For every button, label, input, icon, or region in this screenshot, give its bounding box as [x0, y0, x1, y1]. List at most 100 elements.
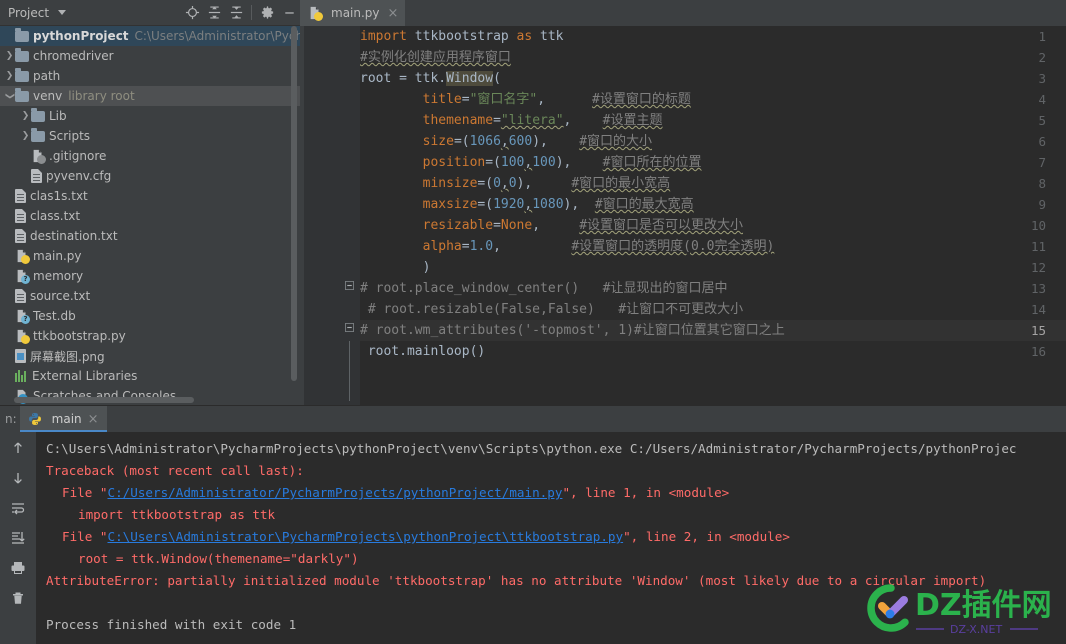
tree-item-pyvenv-cfg[interactable]: ❯ pyvenv.cfg: [0, 166, 300, 186]
line-number: 10: [1030, 218, 1046, 233]
print-icon[interactable]: [5, 557, 31, 579]
close-icon[interactable]: ×: [88, 413, 99, 426]
tree-spacer: ❯: [4, 306, 15, 326]
tree-item-label: Scripts: [49, 129, 91, 143]
line-number: 2: [1038, 50, 1046, 65]
code-line[interactable]: # root.wm_attributes('-topmost', 1)#让窗口位…: [360, 320, 785, 341]
code-line[interactable]: maxsize=(1920,1080), #窗口的最大宽高: [360, 194, 694, 215]
tree-item-label: main.py: [33, 249, 82, 263]
close-icon[interactable]: ×: [388, 7, 399, 20]
code-line[interactable]: alpha=1.0, #设置窗口的透明度(0.0完全透明): [360, 236, 775, 257]
code-line[interactable]: position=(100,100), #窗口所在的位置: [360, 152, 702, 173]
chevron-right-icon[interactable]: ❯: [4, 66, 15, 86]
run-tab-main[interactable]: main ×: [19, 406, 107, 432]
chevron-right-icon[interactable]: ❯: [20, 126, 31, 146]
locate-target-icon[interactable]: [181, 2, 203, 24]
unknown-file-icon: ?: [15, 269, 30, 284]
code-line[interactable]: root.mainloop(): [360, 341, 485, 362]
traceback-file-link[interactable]: C:/Users/Administrator/PycharmProjects/p…: [108, 485, 563, 500]
soft-wrap-icon[interactable]: [5, 497, 31, 519]
line-number: 14: [1030, 302, 1046, 317]
chevron-down-icon[interactable]: [58, 10, 67, 15]
fold-marker-icon[interactable]: [344, 278, 355, 299]
tree-item-lib[interactable]: ❯ Lib: [0, 106, 300, 126]
tree-item-path[interactable]: ❯ path: [0, 66, 300, 86]
scroll-up-icon[interactable]: [5, 437, 31, 459]
chevron-right-icon[interactable]: ❯: [4, 46, 15, 66]
fold-guide-line: [349, 341, 350, 401]
tree-item-venv[interactable]: ❯ venv library root: [0, 86, 300, 106]
tree-item-scripts[interactable]: ❯ Scripts: [0, 126, 300, 146]
code-line[interactable]: title="窗口名字", #设置窗口的标题: [360, 89, 691, 110]
line-number: 16: [1030, 344, 1046, 359]
tree-item-label: path: [33, 69, 61, 83]
code-line[interactable]: root = ttk.Window(: [360, 68, 501, 89]
editor-tab-bar: main.py ×: [300, 0, 1066, 26]
run-console-toolbar: [0, 432, 36, 644]
tree-item-label: External Libraries: [32, 369, 138, 383]
minimize-icon[interactable]: [278, 2, 300, 24]
tree-item-sublabel: C:\Users\Administrator\PycharmP: [134, 29, 300, 43]
tree-item-source-txt[interactable]: ❯ source.txt: [0, 286, 300, 306]
project-tree[interactable]: ❯ pythonProject C:\Users\Administrator\Pyc…: [0, 26, 300, 405]
code-line[interactable]: ): [360, 257, 431, 278]
run-tool-window: n: main × C:\Users\Administrator\Pycharm…: [0, 405, 1066, 644]
tree-item-ttkbootstrap-py[interactable]: ❯ ttkbootstrap.py: [0, 326, 300, 346]
expand-all-icon[interactable]: [203, 2, 225, 24]
line-number: 11: [1030, 239, 1046, 254]
line-number: 9: [1038, 197, 1046, 212]
project-tree-horizontal-scrollbar[interactable]: [14, 397, 194, 403]
chevron-right-icon[interactable]: ❯: [20, 106, 31, 126]
pycharm-window: Project pythonProject C:\Users\Administr…: [0, 0, 1066, 644]
tree-spacer: ❯: [4, 346, 15, 366]
traceback-file-link[interactable]: C:\Users\Administrator\PycharmProjects\p…: [108, 529, 624, 544]
fold-marker-icon[interactable]: [344, 320, 355, 341]
code-line[interactable]: # root.place_window_center() #让显现出的窗口居中: [360, 278, 727, 299]
editor-gutter[interactable]: [300, 26, 360, 405]
tree-item-chromedriver[interactable]: ❯ chromedriver: [0, 46, 300, 66]
collapse-all-icon[interactable]: [225, 2, 247, 24]
tree-spacer: ❯: [4, 246, 15, 266]
run-console-output[interactable]: C:\Users\Administrator\PycharmProjects\p…: [36, 432, 1066, 644]
python-file-icon: [308, 6, 323, 21]
tree-item-label: memory: [33, 269, 84, 283]
line-number: 1: [1038, 29, 1046, 44]
code-editor[interactable]: 1 import ttkbootstrap as ttk 2 #实例化创建应用程序窗口…: [300, 26, 1066, 405]
text-file-icon: [31, 169, 42, 183]
code-line[interactable]: # root.resizable(False,False) #让窗口不可更改大小: [360, 299, 743, 320]
tree-item-memory[interactable]: ❯?memory: [0, 266, 300, 286]
code-line[interactable]: resizable=None, #设置窗口是否可以更改大小: [360, 215, 743, 236]
clear-all-trash-icon[interactable]: [5, 587, 31, 609]
line-number: 13: [1030, 281, 1046, 296]
editor-tab-main-py[interactable]: main.py ×: [300, 0, 406, 26]
line-number: 7: [1038, 155, 1046, 170]
tree-item-test-db[interactable]: ❯?Test.db: [0, 306, 300, 326]
code-line[interactable]: minsize=(0,0), #窗口的最小宽高: [360, 173, 671, 194]
console-line: File "C:/Users/Administrator/PycharmProj…: [62, 485, 730, 500]
scroll-down-icon[interactable]: [5, 467, 31, 489]
tree-spacer: ❯: [4, 266, 15, 286]
tree-item-destination-txt[interactable]: ❯ destination.txt: [0, 226, 300, 246]
text-file-icon: [15, 229, 26, 243]
folder-icon: [31, 127, 45, 142]
project-tree-vertical-scrollbar[interactable]: [291, 26, 297, 381]
tree-item-main-py[interactable]: ❯ main.py: [0, 246, 300, 266]
line-number: 8: [1038, 176, 1046, 191]
tree-item-pythonproject[interactable]: ❯ pythonProject C:\Users\Administrator\Pyc…: [0, 26, 300, 46]
console-line: Process finished with exit code 1: [46, 617, 297, 632]
tree-item-gitignore[interactable]: ❯ .gitignore: [0, 146, 300, 166]
tree-item-label: Test.db: [33, 309, 76, 323]
tree-item-label: pythonProject: [33, 29, 129, 43]
code-line[interactable]: size=(1066,600), #窗口的大小: [360, 131, 652, 152]
tree-item-class-txt[interactable]: ❯ class.txt: [0, 206, 300, 226]
code-line[interactable]: #实例化创建应用程序窗口: [360, 47, 511, 68]
code-line[interactable]: themename="litera", #设置主题: [360, 110, 663, 131]
text-file-icon: [15, 289, 26, 303]
scroll-to-end-icon[interactable]: [5, 527, 31, 549]
settings-gear-icon[interactable]: [256, 2, 278, 24]
tree-item-external-libraries[interactable]: ❯ External Libraries: [0, 366, 300, 386]
line-number: 6: [1038, 134, 1046, 149]
tree-item-clas1s-txt[interactable]: ❯ clas1s.txt: [0, 186, 300, 206]
code-line[interactable]: import ttkbootstrap as ttk: [360, 26, 564, 47]
tree-item-png[interactable]: ❯ 屏幕截图.png: [0, 346, 300, 366]
